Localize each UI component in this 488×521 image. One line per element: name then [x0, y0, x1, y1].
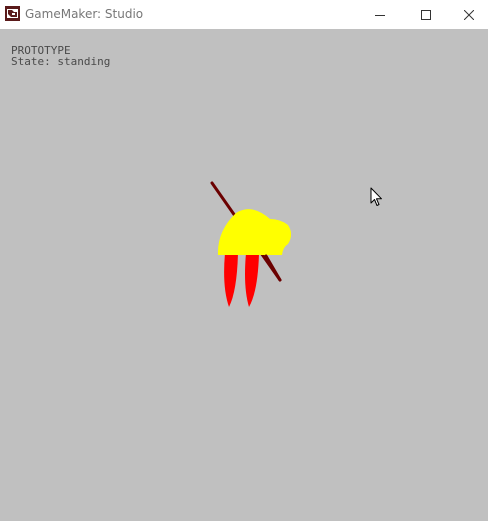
game-window: GameMaker: Studio PROTOTYPE State: stand…	[0, 0, 488, 521]
player-head	[265, 221, 291, 247]
minimize-icon	[375, 14, 385, 16]
player-leg-right	[245, 253, 259, 307]
window-title: GameMaker: Studio	[25, 7, 144, 21]
game-canvas[interactable]: PROTOTYPE State: standing	[0, 29, 488, 521]
player-pole-front	[264, 254, 282, 282]
maximize-button[interactable]	[403, 0, 449, 29]
maximize-icon	[421, 9, 431, 20]
gamemaker-logo-icon	[5, 6, 20, 21]
player-leg-left	[224, 253, 238, 307]
close-icon	[463, 9, 474, 20]
game-scene	[210, 181, 291, 307]
title-bar[interactable]: GameMaker: Studio	[0, 0, 488, 29]
minimize-button[interactable]	[357, 0, 403, 29]
arrow-cursor-icon	[370, 187, 382, 206]
close-button[interactable]	[449, 0, 488, 29]
